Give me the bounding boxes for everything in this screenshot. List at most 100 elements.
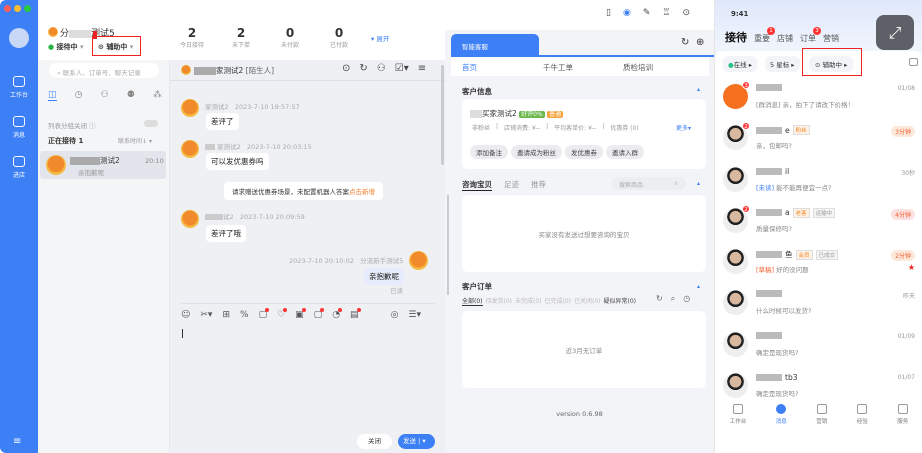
history-tab-icon[interactable]: ◷ (75, 90, 83, 101)
send-button[interactable]: 发送 | ▾ (398, 434, 435, 449)
phone-nav-4[interactable]: 服务 (897, 404, 908, 425)
compass-icon[interactable]: ◎ (391, 310, 399, 320)
order-tab[interactable]: 疑似异常(0) (604, 296, 637, 306)
contact-search-input[interactable]: ⌕ 联系人、订单号、聊天记录 (49, 63, 159, 78)
conversation-row[interactable]: 昨天 什么时候可以发货? (715, 282, 922, 323)
message-input[interactable] (170, 322, 445, 427)
group-tab-icon[interactable]: ⚉ (127, 90, 135, 101)
menu-icon[interactable]: ≡ (418, 63, 426, 74)
assist-dropdown[interactable]: ⊙ 辅助中 ▾ (98, 42, 133, 52)
add-icon[interactable]: ⊕ (696, 37, 704, 48)
note-icon[interactable]: ✎ (643, 8, 651, 18)
search-icon[interactable]: ⌕ (671, 294, 675, 304)
send-coupon-button[interactable]: 发优惠券 (565, 145, 603, 159)
close-button[interactable]: 关闭 (357, 434, 392, 449)
order-tab[interactable]: 待发货(0) (486, 296, 513, 306)
invite-fan-button[interactable]: 邀请成为粉丝 (511, 145, 562, 159)
conversation-row[interactable]: 01/09 确定是现货吗? (715, 324, 922, 365)
conversation-row[interactable]: 2 a 老客 运输中 4分钟 质量保修吗? (715, 200, 922, 241)
subtab-home[interactable]: 首页 (462, 62, 477, 73)
subtab-training[interactable]: 质检培训 (623, 62, 653, 73)
chat-tab-icon[interactable]: ◫ (48, 90, 57, 101)
customer-name: 买家测试2 好评0% 普通 (470, 108, 564, 119)
filter-online[interactable]: ●在线 ▸ (723, 56, 758, 72)
minimize-window-button[interactable] (14, 5, 21, 12)
maximize-window-button[interactable] (24, 5, 31, 12)
refresh-icon[interactable]: ↻ (681, 37, 689, 48)
phone-tab[interactable]: 店铺 (777, 33, 793, 44)
phone-nav-0[interactable]: 工作台 (730, 404, 746, 425)
expand-button[interactable]: ▾ 展开 (371, 33, 389, 43)
phone-tab[interactable]: 重要 1 (754, 27, 775, 44)
org-tab-icon[interactable]: ⁂ (153, 90, 162, 101)
filter-starred[interactable]: 5 星标 ▸ (765, 56, 800, 72)
phone-nav-1[interactable]: 消息 (776, 404, 787, 425)
discount-icon[interactable]: % (240, 310, 249, 320)
subtab-workorder[interactable]: 千牛工单 (543, 62, 573, 73)
add-note-button[interactable]: 添加备注 (470, 145, 508, 159)
contact-card-icon[interactable] (909, 58, 918, 66)
upload-icon[interactable]: ⊞ (222, 310, 230, 320)
tab-recommend[interactable]: 推荐 (531, 179, 546, 191)
price-icon[interactable]: ◔ (332, 308, 343, 320)
customer-service-icon[interactable]: ◉ (623, 8, 631, 18)
close-window-button[interactable] (4, 5, 11, 12)
quick-reply-icon[interactable]: ☰▾ (408, 310, 421, 320)
emoji-icon[interactable]: ☺ (181, 310, 190, 320)
shirt-icon[interactable]: ♖ (662, 8, 670, 18)
conversation-row[interactable]: 3 01/08 [群消息] 亲，拍下了请改下价格！ (715, 76, 922, 117)
collapse-icon[interactable]: ▴ (697, 180, 700, 187)
fullscreen-toggle-icon[interactable]: ⤢ (876, 15, 914, 50)
phone-icon[interactable]: ▯ (606, 8, 611, 18)
sidebar-item-workbench[interactable]: 工作台 (0, 76, 38, 99)
menu-icon[interactable]: ≡ (13, 436, 21, 447)
shop-icon[interactable]: ▤ (350, 308, 361, 320)
panel-scrollbar[interactable] (447, 195, 449, 295)
order-tab[interactable]: 已完成(0) (545, 296, 572, 306)
order-tab[interactable]: 未完成(0) (515, 296, 542, 306)
add-answer-link[interactable]: 点击新增 (349, 188, 375, 196)
sidebar-item-store[interactable]: 进店 (0, 156, 38, 179)
heart-icon[interactable]: ♡ (277, 308, 288, 320)
chat-scrollbar[interactable] (441, 65, 444, 165)
sidebar-item-messages[interactable]: 消息 (0, 116, 38, 139)
history-icon[interactable]: ◷ (683, 294, 690, 304)
task-icon[interactable]: ☑▾ (395, 63, 409, 74)
robot-icon[interactable]: ⊙ (342, 63, 350, 74)
tab-consult-goods[interactable]: 咨询宝贝 (462, 179, 492, 191)
refresh-icon[interactable]: ↻ (359, 63, 367, 74)
settings-icon[interactable]: ⊙ (682, 8, 690, 18)
gift-icon[interactable]: ▢ (314, 308, 325, 320)
phone-clock: 9:41 (731, 10, 749, 18)
phone-tab[interactable]: 订单 3 (800, 27, 821, 44)
status-dropdown[interactable]: ● 接待中 ▾ (48, 42, 84, 52)
coupon-icon[interactable]: ▢ (259, 308, 270, 320)
collapse-icon[interactable]: ▴ (697, 283, 700, 290)
conversation-item[interactable]: 测试2 20:10 亲抱歉呢 (40, 151, 166, 179)
conversation-row[interactable]: il 30秒 [未读] 能不能再便宜一点? (715, 159, 922, 200)
invite-group-button[interactable]: 邀请入群 (606, 145, 644, 159)
phone-bottom-nav: 工作台 消息 营销 经验 服务 (715, 404, 922, 425)
card-icon[interactable]: ▣ (295, 308, 306, 320)
refresh-icon[interactable]: ↻ (656, 294, 663, 304)
user-icon[interactable]: ⚇ (377, 63, 386, 74)
order-tab[interactable]: 已关闭(0) (574, 296, 601, 306)
phone-nav-2[interactable]: 营销 (816, 404, 827, 425)
tab-footprint[interactable]: 足迹 (504, 179, 519, 191)
home-avatar-icon[interactable] (9, 28, 29, 48)
conversation-row[interactable]: 2 e 粉丝 3分钟 亲，包邮吗? (715, 117, 922, 158)
phone-nav-3[interactable]: 经验 (857, 404, 868, 425)
screenshot-icon[interactable]: ✂▾ (200, 310, 212, 320)
conversation-row[interactable]: tb3 01/07 确定是现货吗? (715, 365, 922, 406)
goods-search-input[interactable]: 搜索商品 ⌕ (611, 177, 686, 190)
conversation-row[interactable]: 鱼会员 已成交 2分钟 [草稿] 好的没问题 ★ (715, 241, 922, 282)
tab-smart-service[interactable]: 智能客服 (451, 34, 539, 55)
phone-tab[interactable]: 接待 (725, 29, 747, 45)
order-tab[interactable]: 全部(0) (462, 296, 483, 306)
contact-tab-icon[interactable]: ⚇ (101, 90, 109, 101)
sort-dropdown[interactable]: 联系时间↓ ▾ (118, 136, 152, 145)
collapse-icon[interactable]: ▴ (697, 86, 700, 93)
more-button[interactable]: 更多▾ (676, 123, 691, 132)
group-toggle-switch[interactable] (144, 120, 158, 127)
phone-tab[interactable]: 营销 (823, 33, 839, 44)
